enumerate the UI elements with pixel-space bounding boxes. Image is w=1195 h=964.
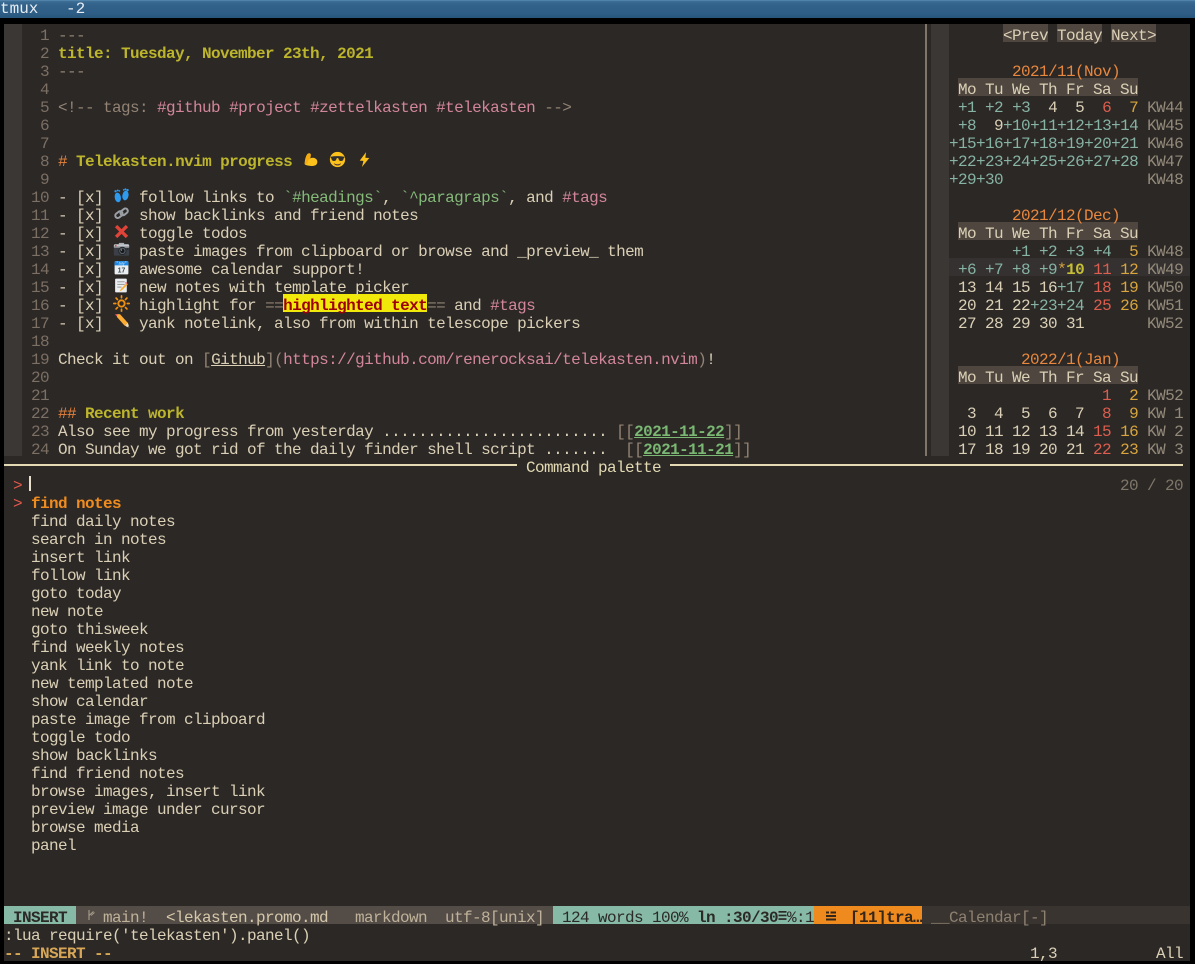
svg-text:17: 17 <box>117 267 125 274</box>
svg-text:July: July <box>118 261 124 265</box>
